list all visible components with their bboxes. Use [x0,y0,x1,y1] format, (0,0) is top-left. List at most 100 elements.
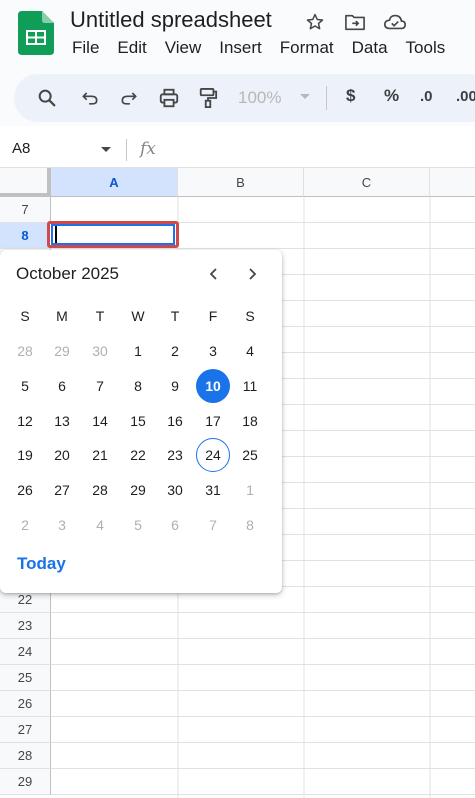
menu-format[interactable]: Format [280,38,334,58]
date-cell-other-month[interactable]: 5 [121,508,155,542]
date-cell[interactable]: 13 [45,404,79,438]
weekday-header: T [170,308,180,324]
date-cell[interactable]: 14 [83,404,117,438]
row-header-26[interactable]: 26 [0,691,51,717]
date-cell[interactable]: 15 [121,404,155,438]
previous-month-icon[interactable] [202,262,226,286]
date-cell[interactable]: 29 [121,473,155,507]
toolbar-divider [326,86,327,110]
date-cell[interactable]: 7 [83,369,117,403]
name-box-dropdown-icon[interactable] [101,147,111,152]
zoom-dropdown-icon[interactable] [300,94,310,99]
print-icon[interactable] [155,84,183,112]
date-cell[interactable]: 25 [233,438,267,472]
select-all-corner[interactable] [0,168,51,197]
zoom-select[interactable]: 100% [238,88,281,108]
menu-insert[interactable]: Insert [219,38,262,58]
date-cell-other-month[interactable]: 4 [83,508,117,542]
date-cell-other-month[interactable]: 29 [45,334,79,368]
column-header-c[interactable]: C [304,168,430,197]
date-cell-other-month[interactable]: 6 [158,508,192,542]
date-cell[interactable]: 26 [8,473,42,507]
weekday-header: S [245,308,255,324]
star-icon[interactable] [303,10,327,34]
menu-data[interactable]: Data [352,38,388,58]
menu-bar: File Edit View Insert Format Data Tools [72,38,463,58]
date-cell[interactable]: 9 [158,369,192,403]
row-header-8[interactable]: 8 [0,223,51,249]
date-cell[interactable]: 17 [196,404,230,438]
date-cell[interactable]: 4 [233,334,267,368]
date-cell[interactable]: 22 [121,438,155,472]
date-cell[interactable]: 2 [158,334,192,368]
today-button[interactable]: Today [17,554,66,574]
formula-bar [0,130,475,168]
date-cell[interactable]: 24 [196,438,230,472]
sheets-logo-icon[interactable] [18,11,54,55]
format-percent-button[interactable]: % [384,86,399,106]
date-cell[interactable]: 31 [196,473,230,507]
date-cell-other-month[interactable]: 7 [196,508,230,542]
move-to-folder-icon[interactable] [343,10,367,34]
date-cell[interactable]: 1 [121,334,155,368]
date-cell[interactable]: 28 [83,473,117,507]
name-box[interactable]: A8 [12,140,30,157]
format-currency-button[interactable]: $ [346,86,355,106]
row-header-24[interactable]: 24 [0,639,51,665]
date-picker-month-label: October 2025 [16,264,120,283]
menu-view[interactable]: View [165,38,202,58]
date-cell[interactable]: 23 [158,438,192,472]
date-cell[interactable]: 10 [196,369,230,403]
increase-decimal-button[interactable]: .00 [456,88,475,105]
decrease-decimal-button[interactable]: .0 [420,88,433,105]
date-cell[interactable]: 30 [158,473,192,507]
date-cell-other-month[interactable]: 3 [45,508,79,542]
cell-a8-editor[interactable] [51,224,175,245]
paint-format-icon[interactable] [194,84,222,112]
fx-icon: fx [140,139,156,159]
date-cell[interactable]: 12 [8,404,42,438]
next-month-icon[interactable] [240,262,264,286]
date-cell[interactable]: 18 [233,404,267,438]
document-title[interactable]: Untitled spreadsheet [70,7,272,33]
date-cell[interactable]: 3 [196,334,230,368]
row-header-23[interactable]: 23 [0,613,51,639]
row-header-28[interactable]: 28 [0,743,51,769]
date-cell[interactable]: 5 [8,369,42,403]
menu-tools[interactable]: Tools [406,38,446,58]
row-header-25[interactable]: 25 [0,665,51,691]
row-header-29[interactable]: 29 [0,769,51,795]
weekday-header: W [131,308,145,324]
text-caret [55,226,57,243]
weekday-header: S [20,308,30,324]
date-cell[interactable]: 20 [45,438,79,472]
weekday-header: M [56,308,68,324]
date-cell[interactable]: 27 [45,473,79,507]
date-cell-other-month[interactable]: 1 [233,473,267,507]
redo-icon[interactable] [115,84,143,112]
column-header-a[interactable]: A [51,168,178,197]
date-cell-other-month[interactable]: 2 [8,508,42,542]
formula-bar-divider [126,139,127,161]
column-header-b[interactable]: B [178,168,304,197]
date-cell-other-month[interactable]: 30 [83,334,117,368]
date-cell-other-month[interactable]: 8 [233,508,267,542]
date-cell[interactable]: 6 [45,369,79,403]
weekday-header: F [208,308,218,324]
date-cell[interactable]: 19 [8,438,42,472]
date-cell[interactable]: 11 [233,369,267,403]
cloud-saved-icon[interactable] [383,10,407,34]
weekday-header: T [95,308,105,324]
date-cell[interactable]: 8 [121,369,155,403]
app-header: Untitled spreadsheet File Edit View Inse… [0,0,475,70]
row-header-7[interactable]: 7 [0,197,51,223]
undo-icon[interactable] [76,84,104,112]
column-header-d[interactable] [430,168,475,197]
menu-edit[interactable]: Edit [117,38,146,58]
date-cell[interactable]: 21 [83,438,117,472]
search-menus-icon[interactable] [33,84,61,112]
menu-file[interactable]: File [72,38,99,58]
date-cell[interactable]: 16 [158,404,192,438]
row-header-27[interactable]: 27 [0,717,51,743]
date-cell-other-month[interactable]: 28 [8,334,42,368]
